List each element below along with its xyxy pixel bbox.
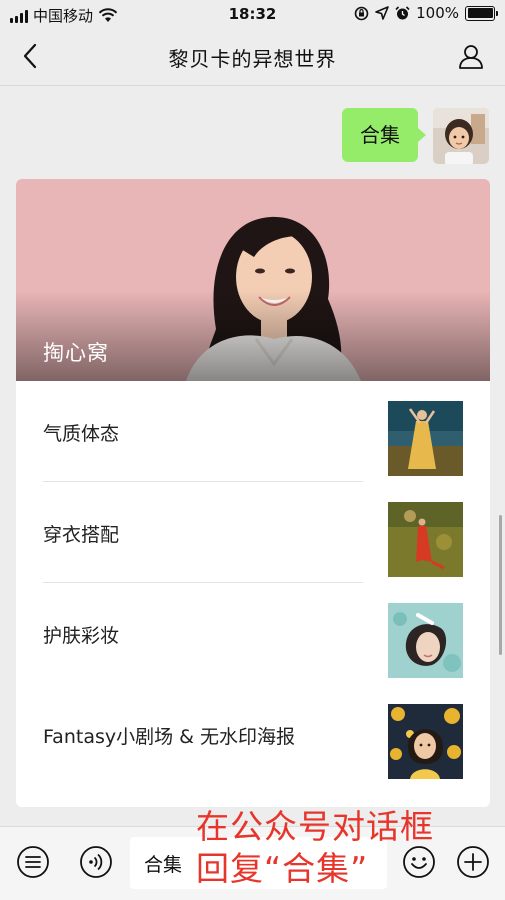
avatar[interactable] <box>433 108 489 164</box>
article-thumbnail <box>388 502 463 577</box>
avatar-image <box>433 108 489 164</box>
scrollbar[interactable] <box>499 515 502 655</box>
profile-button[interactable] <box>455 40 487 72</box>
menu-button[interactable] <box>16 845 50 879</box>
menu-list-icon <box>17 846 49 878</box>
list-item[interactable]: 护肤彩妆 <box>16 583 490 684</box>
card-cover[interactable]: 掏心窝 <box>16 179 490 381</box>
location-icon <box>375 6 389 20</box>
emoji-button[interactable] <box>402 845 436 879</box>
article-thumbnail <box>388 704 463 779</box>
overlay-caption-line2: 回复“合集” <box>196 849 369 888</box>
plus-icon <box>457 846 489 878</box>
list-item[interactable]: 穿衣搭配 <box>16 482 490 583</box>
page-title: 黎贝卡的异想世界 <box>168 47 337 71</box>
article-card[interactable]: 掏心窝 气质体态 穿衣搭配 护肤彩妆 Fantasy小剧场 & 无水印海报 <box>16 179 490 807</box>
person-icon <box>459 45 483 69</box>
back-button[interactable] <box>14 40 46 72</box>
overlay-caption-line1: 在公众号对话框 <box>196 807 434 846</box>
alarm-icon <box>395 5 410 19</box>
article-title: 气质体态 <box>43 423 120 445</box>
article-thumbnail <box>388 401 463 476</box>
article-title: 护肤彩妆 <box>43 625 120 647</box>
article-title: Fantasy小剧场 & 无水印海报 <box>43 726 296 748</box>
message-bubble[interactable]: 合集 <box>342 108 426 162</box>
article-title: 穿衣搭配 <box>43 524 120 546</box>
cover-title: 掏心窝 <box>43 341 109 365</box>
status-right: 100% <box>354 4 498 22</box>
chevron-left-icon <box>23 43 37 69</box>
voice-button[interactable] <box>79 845 113 879</box>
rotation-lock-icon <box>354 6 369 20</box>
list-item[interactable]: 气质体态 <box>16 381 490 482</box>
emoji-icon <box>403 846 435 878</box>
nav-bar: 黎贝卡的异想世界 <box>0 28 505 86</box>
list-item[interactable]: Fantasy小剧场 & 无水印海报 <box>16 684 490 785</box>
voice-icon <box>80 846 112 878</box>
battery-percent: 100% <box>416 4 459 22</box>
article-list: 气质体态 穿衣搭配 护肤彩妆 Fantasy小剧场 & 无水印海报 <box>16 381 490 785</box>
article-thumbnail <box>388 603 463 678</box>
plus-button[interactable] <box>456 845 490 879</box>
battery-icon <box>465 5 498 21</box>
status-bar: 中国移动 18:32 100% <box>0 0 505 28</box>
